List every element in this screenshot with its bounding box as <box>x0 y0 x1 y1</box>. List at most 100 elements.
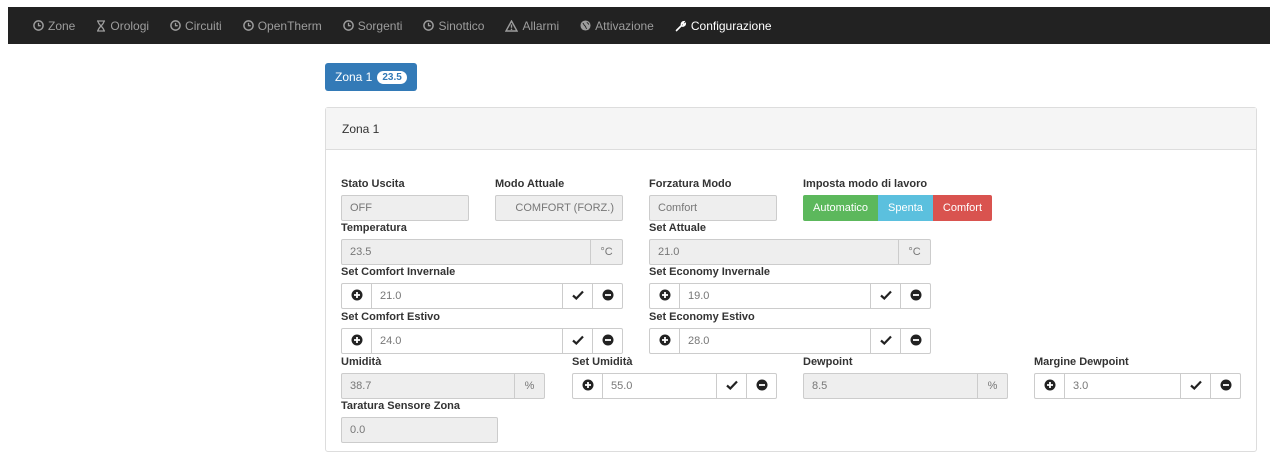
set-economy-invernale-stepper: 19.0 <box>649 283 931 309</box>
increment-button[interactable] <box>342 284 372 308</box>
globe-icon <box>580 20 591 31</box>
tab-zona-1[interactable]: Zona 1 23.5 <box>325 63 417 91</box>
clock-circle-icon <box>242 20 254 31</box>
confirm-button[interactable] <box>1180 374 1210 398</box>
minus-circle-icon <box>910 334 922 349</box>
minus-circle-icon <box>1220 379 1232 394</box>
nav-item-attivazione[interactable]: Attivazione <box>580 19 654 33</box>
forzatura-modo-label: Forzatura Modo <box>649 178 732 190</box>
modo-attuale-label: Modo Attuale <box>495 178 565 190</box>
increment-button[interactable] <box>342 329 372 353</box>
confirm-button[interactable] <box>716 374 746 398</box>
nav-item-sorgenti[interactable]: Sorgenti <box>342 19 402 33</box>
plus-circle-icon <box>582 379 594 394</box>
umidita-unit: % <box>515 373 545 399</box>
decrement-button[interactable] <box>592 329 622 353</box>
nav-item-sinottico[interactable]: Sinottico <box>423 19 484 33</box>
nav-item-configurazione[interactable]: Configurazione <box>675 19 772 33</box>
increment-button[interactable] <box>650 329 680 353</box>
umidita-value: 38.7 <box>341 373 515 399</box>
plus-circle-icon <box>1044 379 1056 394</box>
mode-button-group: Automatico Spenta Comfort <box>803 195 993 221</box>
temperatura-label: Temperatura <box>341 222 407 234</box>
margine-dewpoint-stepper: 3.0 <box>1034 373 1241 399</box>
stato-uscita-label: Stato Uscita <box>341 178 405 190</box>
check-icon <box>725 379 738 393</box>
decrement-button[interactable] <box>592 284 622 308</box>
umidita-label: Umidità <box>341 356 382 368</box>
taratura-field: 0.0 <box>341 417 498 443</box>
check-icon <box>1189 379 1202 393</box>
confirm-button[interactable] <box>870 329 900 353</box>
decrement-button[interactable] <box>1210 374 1240 398</box>
confirm-button[interactable] <box>562 284 592 308</box>
warning-icon <box>505 19 519 32</box>
nav-item-label: Allarmi <box>522 18 560 33</box>
decrement-button[interactable] <box>746 374 776 398</box>
clock-circle-icon <box>342 20 354 31</box>
decrement-button[interactable] <box>900 284 930 308</box>
stato-uscita-field: OFF <box>341 195 469 221</box>
forzatura-modo-field: Comfort <box>649 195 777 221</box>
imposta-modo-label: Imposta modo di lavoro <box>803 178 928 190</box>
nav-item-orologi[interactable]: Orologi <box>96 19 149 33</box>
comfort-button[interactable]: Comfort <box>932 195 993 221</box>
nav-item-circuiti[interactable]: Circuiti <box>170 19 222 33</box>
margine-dewpoint-value[interactable]: 3.0 <box>1065 374 1180 398</box>
confirm-button[interactable] <box>562 329 592 353</box>
dewpoint-label: Dewpoint <box>803 356 853 368</box>
minus-circle-icon <box>602 289 614 304</box>
plus-circle-icon <box>351 289 363 304</box>
panel-title: Zona 1 <box>342 121 380 136</box>
set-comfort-estivo-value[interactable]: 24.0 <box>372 329 562 353</box>
dewpoint-unit: % <box>978 373 1008 399</box>
set-economy-estivo-stepper: 28.0 <box>649 328 931 354</box>
set-umidita-stepper: 55.0 <box>572 373 777 399</box>
nav-item-opentherm[interactable]: OpenTherm <box>242 19 322 33</box>
temperatura-unit: °C <box>591 239 623 265</box>
zone-panel: Zona 1 <box>325 107 1257 452</box>
temperature-badge: 23.5 <box>377 70 407 84</box>
dewpoint-value: 8.5 <box>803 373 978 399</box>
set-attuale-value: 21.0 <box>649 239 899 265</box>
increment-button[interactable] <box>573 374 603 398</box>
plus-circle-icon <box>659 289 671 304</box>
automatico-button[interactable]: Automatico <box>803 195 879 221</box>
nav-item-label: Zone <box>48 18 76 33</box>
confirm-button[interactable] <box>870 284 900 308</box>
margine-dewpoint-label: Margine Dewpoint <box>1034 356 1129 368</box>
nav-item-label: Configurazione <box>690 18 772 33</box>
minus-circle-icon <box>602 334 614 349</box>
nav-item-label: Sinottico <box>438 18 485 33</box>
minus-circle-icon <box>756 379 768 394</box>
nav-item-zone[interactable]: Zone <box>33 19 75 33</box>
check-icon <box>571 289 584 303</box>
minus-circle-icon <box>910 289 922 304</box>
set-economy-estivo-value[interactable]: 28.0 <box>680 329 870 353</box>
increment-button[interactable] <box>1035 374 1065 398</box>
taratura-label: Taratura Sensore Zona <box>341 400 460 412</box>
panel-heading: Zona 1 <box>326 108 1256 150</box>
set-economy-invernale-value[interactable]: 19.0 <box>680 284 870 308</box>
set-umidita-label: Set Umidità <box>572 356 633 368</box>
set-comfort-invernale-label: Set Comfort Invernale <box>341 266 456 278</box>
set-comfort-invernale-value[interactable]: 21.0 <box>372 284 562 308</box>
set-comfort-estivo-stepper: 24.0 <box>341 328 623 354</box>
set-umidita-value[interactable]: 55.0 <box>603 374 716 398</box>
modo-attuale-field: COMFORT (FORZ.) <box>495 195 623 221</box>
decrement-button[interactable] <box>900 329 930 353</box>
nav-item-label: Attivazione <box>595 18 654 33</box>
set-comfort-estivo-label: Set Comfort Estivo <box>341 311 441 323</box>
check-icon <box>571 334 584 348</box>
check-icon <box>879 289 892 303</box>
set-attuale-label: Set Attuale <box>649 222 707 234</box>
nav-item-label: Circuiti <box>185 18 222 33</box>
dewpoint-field: 8.5 % <box>803 373 1008 399</box>
increment-button[interactable] <box>650 284 680 308</box>
hourglass-icon <box>96 19 106 32</box>
nav-item-allarmi[interactable]: Allarmi <box>505 19 559 33</box>
plus-circle-icon <box>659 334 671 349</box>
spenta-button[interactable]: Spenta <box>878 195 933 221</box>
wrench-icon <box>675 20 687 32</box>
set-economy-invernale-label: Set Economy Invernale <box>649 266 771 278</box>
